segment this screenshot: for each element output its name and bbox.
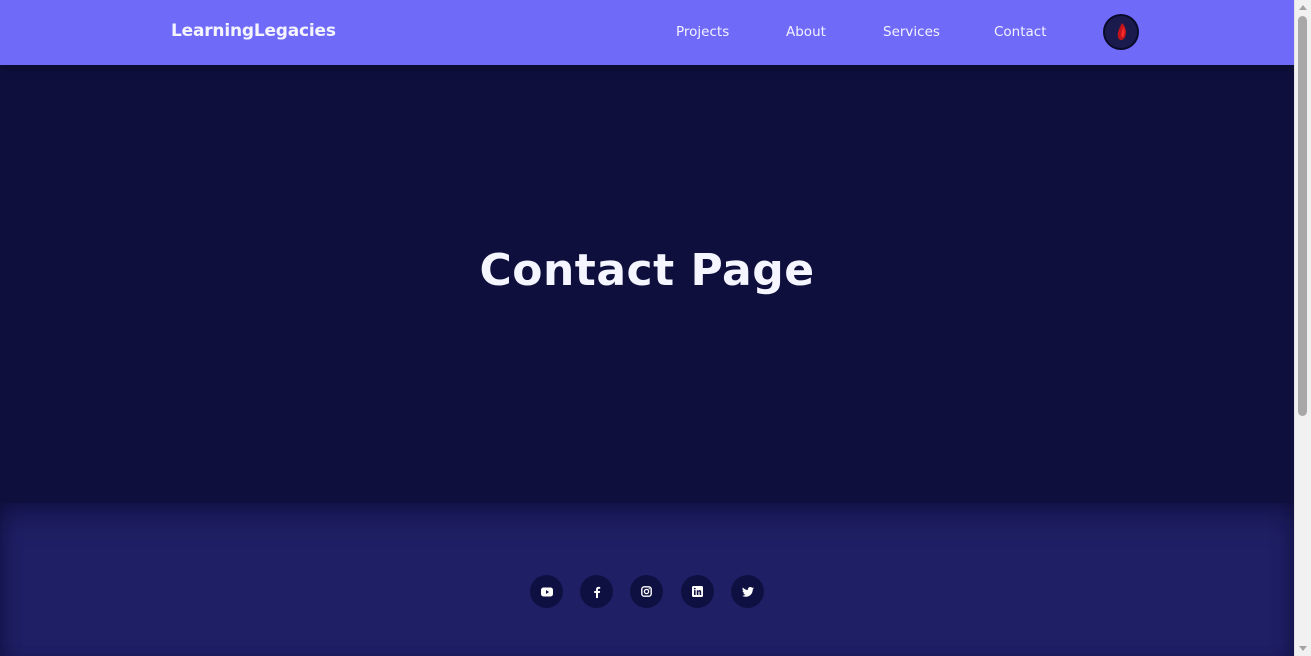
youtube-button[interactable] xyxy=(530,575,563,608)
scrollbar[interactable] xyxy=(1294,0,1311,656)
nav-link-contact[interactable]: Contact xyxy=(994,24,1047,40)
page-title: Contact Page xyxy=(479,245,815,296)
user-avatar-icon[interactable] xyxy=(1103,14,1139,50)
nav-link-services[interactable]: Services xyxy=(883,24,940,40)
twitter-button[interactable] xyxy=(731,575,764,608)
twitter-icon xyxy=(741,586,754,597)
footer xyxy=(0,503,1294,656)
instagram-icon xyxy=(641,586,652,597)
facebook-button[interactable] xyxy=(580,575,613,608)
instagram-button[interactable] xyxy=(630,575,663,608)
scrollbar-thumb[interactable] xyxy=(1298,16,1307,416)
nav-menu: Projects About Services Contact xyxy=(0,0,1294,65)
facebook-icon xyxy=(593,586,600,598)
hero-section: Contact Page xyxy=(0,65,1294,503)
social-links xyxy=(530,575,770,608)
navbar: LearningLegacies Projects About Services… xyxy=(0,0,1294,65)
scroll-up-arrow-icon[interactable] xyxy=(1299,5,1307,10)
page: LearningLegacies Projects About Services… xyxy=(0,0,1294,656)
scroll-down-arrow-icon[interactable] xyxy=(1299,646,1307,651)
youtube-icon xyxy=(540,587,553,596)
nav-link-projects[interactable]: Projects xyxy=(676,24,729,40)
nav-link-about[interactable]: About xyxy=(786,24,826,40)
linkedin-button[interactable] xyxy=(681,575,714,608)
linkedin-icon xyxy=(692,586,703,597)
